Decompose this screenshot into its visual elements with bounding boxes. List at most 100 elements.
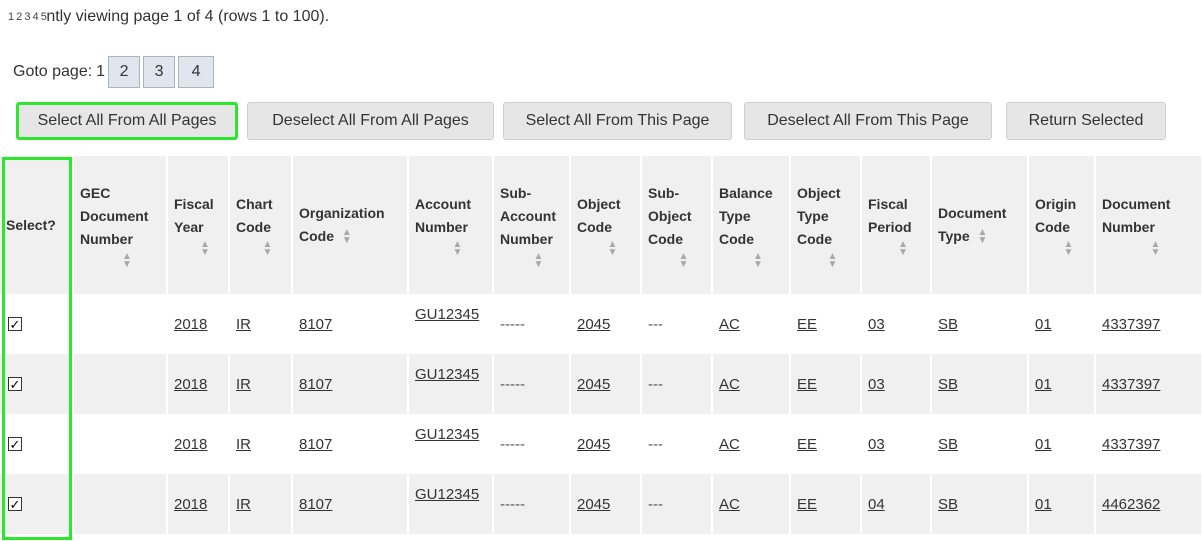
cell-org: 8107 bbox=[293, 414, 409, 474]
header-gec-document-number[interactable]: GEC Document Number ▲ ▼ bbox=[74, 156, 168, 294]
header-organization-code[interactable]: Organization Code ▲ ▼ bbox=[293, 156, 409, 294]
cell-origin: 01 bbox=[1029, 294, 1096, 354]
balance-type-link[interactable]: AC bbox=[719, 376, 740, 393]
chart-link[interactable]: IR bbox=[236, 376, 251, 393]
sort-icon[interactable]: ▲ ▼ bbox=[94, 251, 160, 269]
return-selected-button[interactable]: Return Selected bbox=[1006, 102, 1166, 140]
select-all-from-all-pages-button[interactable]: Select All From All Pages bbox=[16, 102, 238, 140]
row-select-checkbox[interactable]: ✓ bbox=[8, 497, 22, 511]
cell-sub-account: ----- bbox=[494, 414, 571, 474]
balance-type-link[interactable]: AC bbox=[719, 316, 740, 333]
sort-icon[interactable]: ▲ ▼ bbox=[250, 240, 285, 258]
sort-icon[interactable]: ▲ ▼ bbox=[978, 228, 988, 246]
sort-icon[interactable]: ▲ ▼ bbox=[882, 240, 924, 258]
cell-period: 03 bbox=[862, 414, 932, 474]
fiscal-year-link[interactable]: 2018 bbox=[174, 376, 207, 393]
header-sub-account-number[interactable]: Sub- Account Number ▲ ▼ bbox=[494, 156, 571, 294]
header-document-number[interactable]: Document Number ▲ ▼ bbox=[1096, 156, 1203, 294]
account-link[interactable]: GU12345 bbox=[415, 306, 479, 323]
goto-page-nav: Goto page: 1 2 3 4 bbox=[13, 55, 217, 89]
page-2-button[interactable]: 2 bbox=[108, 56, 141, 88]
row-select-checkbox[interactable]: ✓ bbox=[8, 437, 22, 451]
header-account-number[interactable]: Account Number ▲ ▼ bbox=[409, 156, 494, 294]
sort-icon[interactable]: ▲ ▼ bbox=[188, 240, 222, 258]
header-sub-object-code[interactable]: Sub- Object Code ▲ ▼ bbox=[642, 156, 713, 294]
select-all-from-this-page-button[interactable]: Select All From This Page bbox=[503, 102, 732, 140]
fiscal-year-link[interactable]: 2018 bbox=[174, 496, 207, 513]
origin-link[interactable]: 01 bbox=[1035, 376, 1052, 393]
page-status: 1 2 3 4 5ntly viewing page 1 of 4 (rows … bbox=[8, 8, 329, 26]
table-row: ✓ 2018 IR 8107 GU12345 ----- 2045 --- AC EE 04 SB 01… bbox=[0, 474, 1203, 534]
object-link[interactable]: 2045 bbox=[577, 316, 610, 333]
origin-link[interactable]: 01 bbox=[1035, 316, 1052, 333]
doc-number-link[interactable]: 4337397 bbox=[1102, 376, 1160, 393]
mini-page-links[interactable]: 1 2 3 4 5 bbox=[8, 11, 47, 23]
header-object-type-code[interactable]: Object Type Code ▲ ▼ bbox=[791, 156, 862, 294]
chart-link[interactable]: IR bbox=[236, 496, 251, 513]
period-link[interactable]: 04 bbox=[868, 496, 885, 513]
sort-icon[interactable]: ▲ ▼ bbox=[1049, 240, 1088, 258]
doc-number-link[interactable]: 4337397 bbox=[1102, 436, 1160, 453]
sort-icon[interactable]: ▲ ▼ bbox=[1116, 240, 1195, 258]
sort-icon[interactable]: ▲ ▼ bbox=[662, 251, 705, 269]
account-link[interactable]: GU12345 bbox=[415, 366, 479, 383]
deselect-all-from-this-page-button[interactable]: Deselect All From This Page bbox=[744, 102, 992, 140]
header-document-type[interactable]: Document Type ▲ ▼ bbox=[932, 156, 1029, 294]
row-select-checkbox[interactable]: ✓ bbox=[8, 317, 22, 331]
object-link[interactable]: 2045 bbox=[577, 496, 610, 513]
results-table: Select? GEC Document Number ▲ ▼ Fiscal Year … bbox=[0, 156, 1203, 534]
object-type-link[interactable]: EE bbox=[797, 376, 817, 393]
doc-type-link[interactable]: SB bbox=[938, 496, 958, 513]
org-link[interactable]: 8107 bbox=[299, 376, 332, 393]
header-balance-type-code[interactable]: Balance Type Code ▲ ▼ bbox=[713, 156, 791, 294]
sort-icon[interactable]: ▲ ▼ bbox=[591, 240, 634, 258]
doc-number-link[interactable]: 4462362 bbox=[1102, 496, 1160, 513]
header-object-code[interactable]: Object Code ▲ ▼ bbox=[571, 156, 642, 294]
fiscal-year-link[interactable]: 2018 bbox=[174, 436, 207, 453]
cell-fiscal-year: 2018 bbox=[168, 294, 230, 354]
sort-icon[interactable]: ▲ ▼ bbox=[811, 251, 854, 269]
sort-icon[interactable]: ▲ ▼ bbox=[342, 228, 352, 246]
period-link[interactable]: 03 bbox=[868, 436, 885, 453]
header-fiscal-year[interactable]: Fiscal Year ▲ ▼ bbox=[168, 156, 230, 294]
origin-link[interactable]: 01 bbox=[1035, 496, 1052, 513]
cell-object: 2045 bbox=[571, 414, 642, 474]
org-link[interactable]: 8107 bbox=[299, 436, 332, 453]
cell-account: GU12345 bbox=[409, 474, 494, 534]
sort-icon[interactable]: ▲ ▼ bbox=[733, 251, 783, 269]
doc-type-link[interactable]: SB bbox=[938, 436, 958, 453]
object-type-link[interactable]: EE bbox=[797, 316, 817, 333]
account-link[interactable]: GU12345 bbox=[415, 426, 479, 443]
cell-doc-number: 4462362 bbox=[1096, 474, 1203, 534]
header-chart-code[interactable]: Chart Code ▲ ▼ bbox=[230, 156, 293, 294]
doc-type-link[interactable]: SB bbox=[938, 316, 958, 333]
chart-link[interactable]: IR bbox=[236, 436, 251, 453]
chart-link[interactable]: IR bbox=[236, 316, 251, 333]
cell-doc-type: SB bbox=[932, 294, 1029, 354]
header-origin-code[interactable]: Origin Code ▲ ▼ bbox=[1029, 156, 1096, 294]
period-link[interactable]: 03 bbox=[868, 316, 885, 333]
page-4-button[interactable]: 4 bbox=[178, 56, 215, 88]
sort-icon[interactable]: ▲ ▼ bbox=[429, 240, 486, 258]
fiscal-year-link[interactable]: 2018 bbox=[174, 316, 207, 333]
sort-icon[interactable]: ▲ ▼ bbox=[514, 251, 563, 269]
balance-type-link[interactable]: AC bbox=[719, 436, 740, 453]
header-fiscal-period[interactable]: Fiscal Period ▲ ▼ bbox=[862, 156, 932, 294]
org-link[interactable]: 8107 bbox=[299, 496, 332, 513]
balance-type-link[interactable]: AC bbox=[719, 496, 740, 513]
deselect-all-from-all-pages-button[interactable]: Deselect All From All Pages bbox=[247, 102, 494, 140]
org-link[interactable]: 8107 bbox=[299, 316, 332, 333]
origin-link[interactable]: 01 bbox=[1035, 436, 1052, 453]
doc-number-link[interactable]: 4337397 bbox=[1102, 316, 1160, 333]
object-type-link[interactable]: EE bbox=[797, 436, 817, 453]
doc-type-link[interactable]: SB bbox=[938, 376, 958, 393]
page-3-button[interactable]: 3 bbox=[143, 56, 176, 88]
row-select-checkbox[interactable]: ✓ bbox=[8, 377, 22, 391]
object-link[interactable]: 2045 bbox=[577, 376, 610, 393]
cell-doc-number: 4337397 bbox=[1096, 414, 1203, 474]
period-link[interactable]: 03 bbox=[868, 376, 885, 393]
account-link[interactable]: GU12345 bbox=[415, 486, 479, 503]
object-type-link[interactable]: EE bbox=[797, 496, 817, 513]
object-link[interactable]: 2045 bbox=[577, 436, 610, 453]
select-cell: ✓ bbox=[0, 294, 74, 354]
